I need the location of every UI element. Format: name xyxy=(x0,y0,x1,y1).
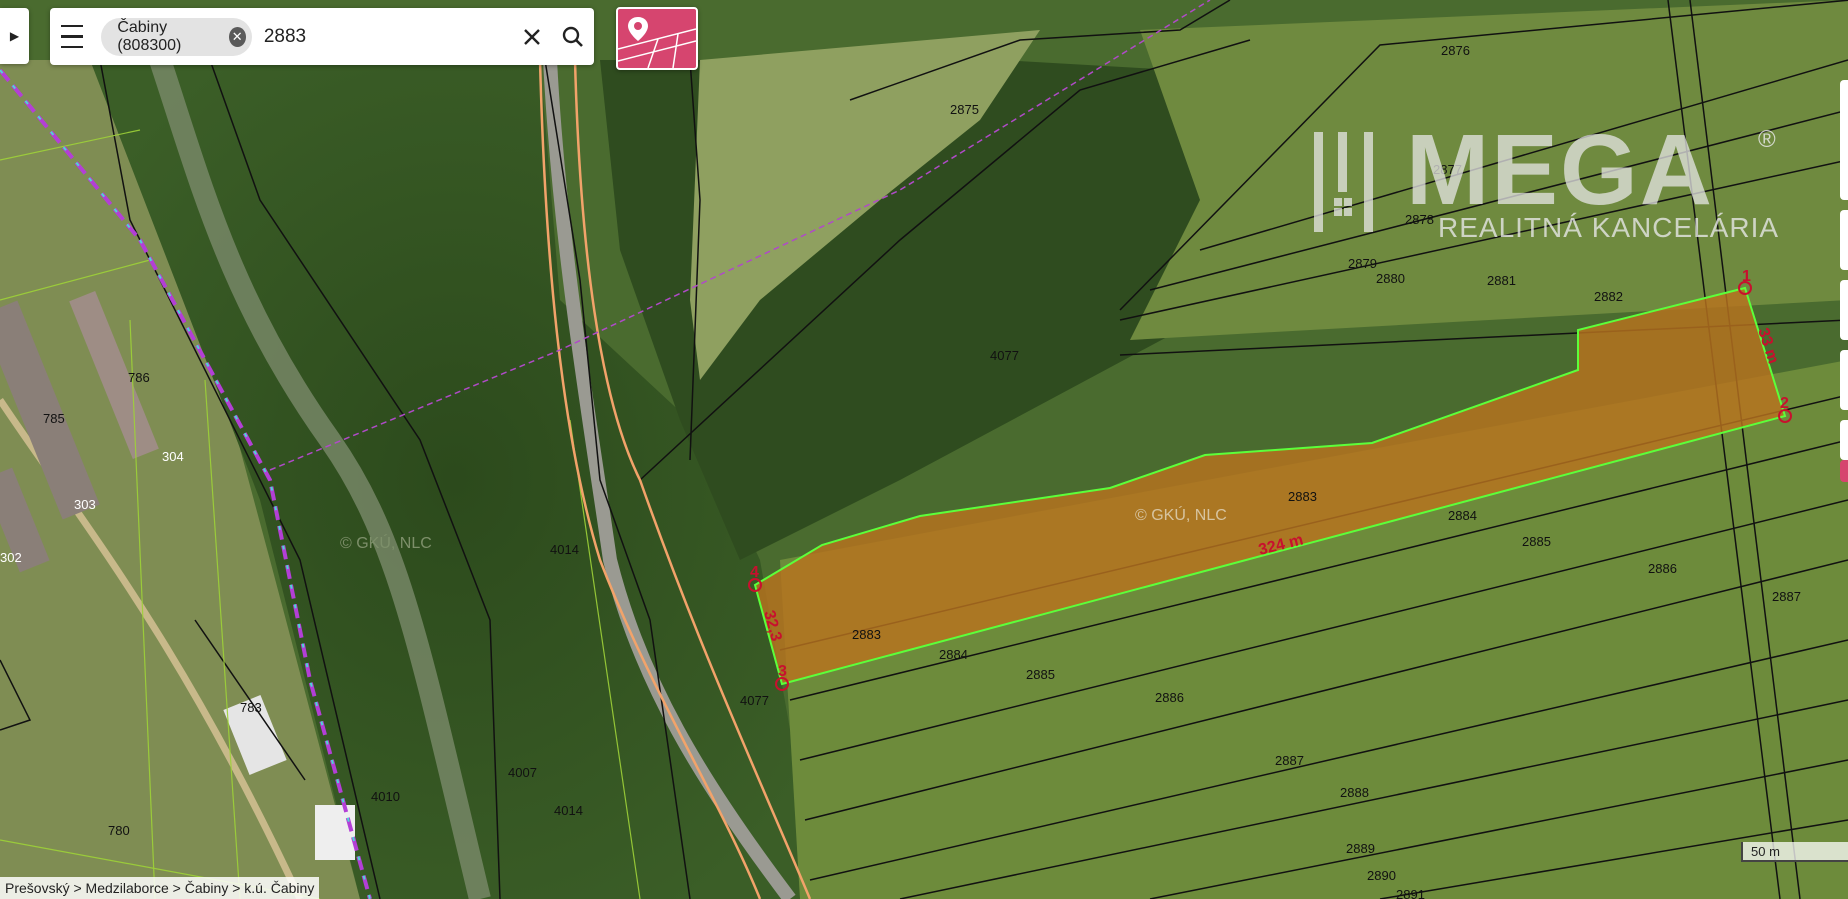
parcel-label: 2882 xyxy=(1594,289,1623,304)
parcel-label: 2879 xyxy=(1348,256,1377,271)
clear-search-button[interactable] xyxy=(511,8,553,65)
parcel-label: 2886 xyxy=(1648,561,1677,576)
parcel-label: 780 xyxy=(108,823,130,838)
parcel-label: 2891 xyxy=(1396,887,1425,899)
copyright-overlay: © GKÚ, NLC xyxy=(1135,505,1227,524)
parcel-label: 303 xyxy=(74,497,96,512)
watermark-brand: MEGA xyxy=(1406,114,1714,226)
copyright-overlay-2: © GKÚ, NLC xyxy=(340,533,432,552)
parcel-label: 2881 xyxy=(1487,273,1516,288)
search-bar: Čabiny (808300) ✕ xyxy=(50,8,594,65)
parcel-label: 4007 xyxy=(508,765,537,780)
right-panel-tab-4[interactable] xyxy=(1840,350,1848,410)
parcel-label: 4077 xyxy=(740,693,769,708)
parcel-label: 2884 xyxy=(939,647,968,662)
parcel-label: 304 xyxy=(162,449,184,464)
panel-toggle-button[interactable]: ▶ xyxy=(0,8,29,64)
right-panel-tab-3[interactable] xyxy=(1840,280,1848,340)
parcel-label: 783 xyxy=(240,700,262,715)
search-icon xyxy=(563,26,584,47)
parcel-label: 2887 xyxy=(1772,589,1801,604)
right-panel-tab-5[interactable] xyxy=(1840,420,1848,460)
breadcrumb: Prešovský > Medzilaborce > Čabiny > k.ú.… xyxy=(0,877,320,899)
parcel-label: 2876 xyxy=(1441,43,1470,58)
parcel-label: 2887 xyxy=(1275,753,1304,768)
parcel-label: 4077 xyxy=(990,348,1019,363)
parcel-label: 786 xyxy=(128,370,150,385)
map-layers-icon xyxy=(618,17,696,68)
right-panel-accent[interactable] xyxy=(1840,460,1848,482)
realty-watermark: MEGA ® REALITNÁ KANCELÁRIA xyxy=(1310,120,1780,246)
right-panel-tab-1[interactable] xyxy=(1840,80,1848,200)
parcel-label: 2886 xyxy=(1155,690,1184,705)
parcel-label: 4014 xyxy=(554,803,583,818)
vertex-label-1: 1 xyxy=(1742,268,1751,285)
watermark-subtitle: REALITNÁ KANCELÁRIA xyxy=(1438,212,1780,243)
layer-switcher-button[interactable] xyxy=(616,7,698,70)
parcel-label: 302 xyxy=(0,550,22,565)
parcel-label: 2875 xyxy=(950,102,979,117)
chip-label: Čabiny (808300) xyxy=(117,18,182,54)
search-button[interactable] xyxy=(552,8,594,65)
watermark-registered: ® xyxy=(1758,126,1776,153)
parcel-label: 4010 xyxy=(371,789,400,804)
cadastral-area-chip[interactable]: Čabiny (808300) ✕ xyxy=(101,17,252,56)
scale-bar: 50 m xyxy=(1741,842,1848,862)
hamburger-icon xyxy=(60,21,83,53)
menu-button[interactable] xyxy=(50,8,93,65)
chevron-right-icon: ▶ xyxy=(9,29,20,43)
parcel-label: 2885 xyxy=(1026,667,1055,682)
parcel-label: 785 xyxy=(43,411,65,426)
parcel-label: 4014 xyxy=(550,542,579,557)
parcel-label: 2884 xyxy=(1448,508,1477,523)
vertex-label-3: 3 xyxy=(778,663,787,680)
parcel-label: 2885 xyxy=(1522,534,1551,549)
search-input[interactable] xyxy=(261,24,511,49)
right-panel-tab-2[interactable] xyxy=(1840,210,1848,270)
parcel-label: 2890 xyxy=(1367,868,1396,883)
vertex-label-4: 4 xyxy=(750,564,759,581)
parcel-label: 2880 xyxy=(1376,271,1405,286)
parcel-label: 2888 xyxy=(1340,785,1369,800)
building-small xyxy=(315,805,355,860)
close-icon xyxy=(523,28,540,45)
parcel-label: 2883 xyxy=(852,627,881,642)
vertex-label-2: 2 xyxy=(1780,395,1789,412)
parcel-label: 2889 xyxy=(1346,841,1375,856)
chip-remove-icon[interactable]: ✕ xyxy=(228,26,246,47)
parcel-label: 2883 xyxy=(1288,489,1317,504)
